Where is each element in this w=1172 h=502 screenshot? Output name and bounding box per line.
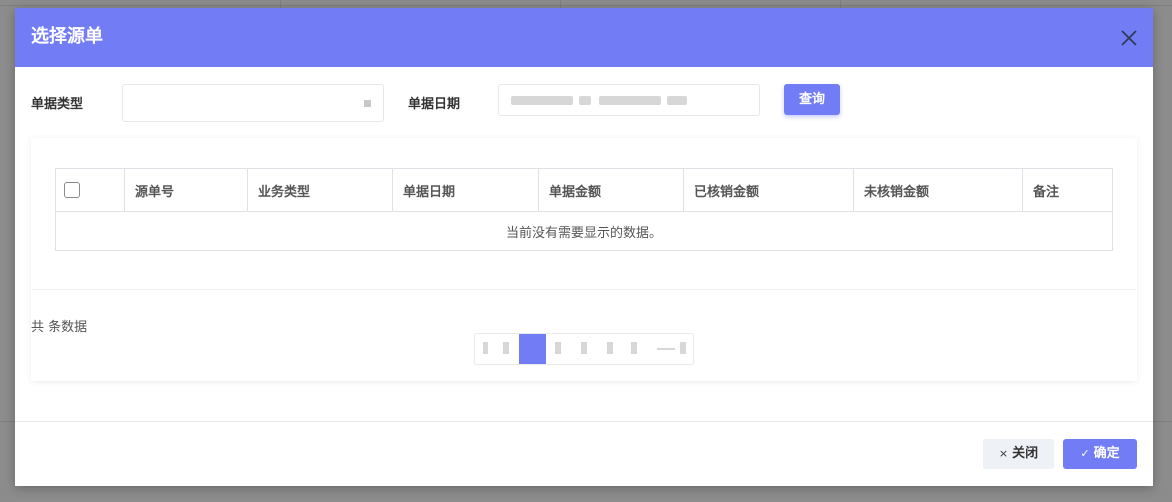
close-small-icon: × xyxy=(998,447,1009,460)
doc-type-label: 单据类型 xyxy=(31,97,84,112)
close-button-label: 关闭 xyxy=(1012,446,1039,461)
current-page-button[interactable] xyxy=(519,334,546,364)
check-icon: ✓ xyxy=(1080,447,1090,460)
next-page-button[interactable] xyxy=(680,342,686,354)
close-button[interactable]: × 关闭 xyxy=(983,439,1054,469)
close-icon[interactable] xyxy=(1119,28,1139,48)
doc-date-label: 单据日期 xyxy=(408,97,461,112)
select-all-checkbox[interactable] xyxy=(64,182,80,198)
table-header-row: 源单号 业务类型 单据日期 单据金额 已核销金额 未核销金额 备注 xyxy=(55,168,1113,212)
query-button[interactable]: 查询 xyxy=(784,84,840,115)
confirm-button[interactable]: ✓ 确定 xyxy=(1063,439,1137,469)
page-button[interactable] xyxy=(631,342,637,354)
column-header[interactable]: 业务类型 xyxy=(247,168,393,212)
select-source-modal: 选择源单 单据类型 单据日期 查询 源单号 业务类型 单据日期 单据金额 已核销… xyxy=(15,8,1153,486)
page-size-select[interactable] xyxy=(657,348,675,350)
page-button[interactable] xyxy=(581,342,587,354)
result-card: 源单号 业务类型 单据日期 单据金额 已核销金额 未核销金额 备注 当前没有需要… xyxy=(31,138,1137,381)
select-all-cell xyxy=(55,168,125,212)
table-row: 当前没有需要显示的数据。 xyxy=(55,211,1113,251)
dropdown-arrow-icon xyxy=(364,100,371,107)
pagination xyxy=(474,333,694,365)
page-button[interactable] xyxy=(607,342,613,354)
confirm-button-label: 确定 xyxy=(1093,446,1120,461)
column-header[interactable]: 源单号 xyxy=(124,168,248,212)
prev-page-button[interactable] xyxy=(483,342,488,354)
source-table: 源单号 业务类型 单据日期 单据金额 已核销金额 未核销金额 备注 当前没有需要… xyxy=(55,168,1113,251)
doc-type-select[interactable] xyxy=(122,84,384,122)
modal-header: 选择源单 xyxy=(15,8,1153,67)
column-header[interactable]: 备注 xyxy=(1022,168,1113,212)
column-header[interactable]: 单据日期 xyxy=(392,168,539,212)
total-count-text: 共 条数据 xyxy=(31,320,88,335)
modal-title: 选择源单 xyxy=(31,26,103,47)
column-header[interactable]: 已核销金额 xyxy=(683,168,854,212)
column-header[interactable]: 未核销金额 xyxy=(853,168,1023,212)
page-button[interactable] xyxy=(555,342,561,354)
doc-date-range-input[interactable] xyxy=(498,84,760,116)
empty-message: 当前没有需要显示的数据。 xyxy=(55,211,1113,251)
column-header[interactable]: 单据金额 xyxy=(538,168,684,212)
page-button[interactable] xyxy=(503,342,509,354)
